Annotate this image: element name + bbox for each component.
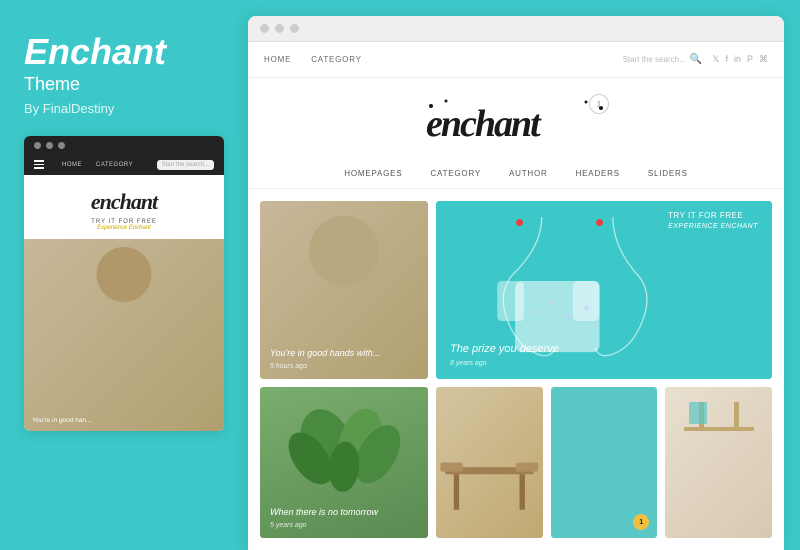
card-teal-badge: TRY IT FOR FREEExperience Enchant	[668, 211, 758, 232]
bottom-card-2: 1	[551, 387, 658, 538]
linkedin-icon: in	[734, 54, 741, 65]
mini-card-caption: You're in good han...	[32, 417, 91, 424]
card-plant-text: When there is no tomorrow	[270, 507, 378, 519]
mini-logo: enchant	[91, 189, 157, 215]
theme-nav-home[interactable]: HOME	[264, 55, 291, 64]
mini-search-text: Start the search...	[162, 162, 209, 168]
twitter-icon: 𝕏	[712, 54, 719, 65]
theme-logo-badge: 1	[589, 94, 609, 114]
main-content: HOME CATEGORY Start the search... 🔍 𝕏 f …	[248, 16, 784, 550]
dot-1	[34, 142, 41, 149]
card-teal-caption: The prize you deserve 8 years ago	[450, 342, 559, 369]
sec-nav-author[interactable]: AUTHOR	[509, 169, 548, 178]
sec-nav-headers[interactable]: HEADERS	[576, 169, 620, 178]
theme-preview: HOME CATEGORY Start the search... 🔍 𝕏 f …	[248, 42, 784, 550]
theme-search-area: Start the search... 🔍	[623, 54, 703, 65]
dot-2	[46, 142, 53, 149]
card-plant-caption: When there is no tomorrow 5 years ago	[270, 507, 378, 530]
card-teal-date: 8 years ago	[450, 359, 559, 369]
theme-logo-area: enchant 1	[248, 78, 784, 161]
facebook-icon: f	[725, 54, 728, 65]
theme-sec-nav: HOMEPAGES CATEGORY AUTHOR HEADERS SLIDER…	[248, 161, 784, 189]
grid-row-2: When there is no tomorrow 5 years ago	[260, 387, 772, 538]
grid-row-1: You're in good hands with... 5 hours ago	[260, 201, 772, 379]
theme-search-text: Start the search...	[623, 55, 686, 64]
card-food-caption: You're in good hands with... 5 hours ago	[270, 348, 380, 371]
sidebar-author: By FinalDestiny	[24, 101, 224, 116]
card-plant-date: 5 years ago	[270, 521, 378, 530]
pinterest-icon: P	[747, 54, 753, 65]
rss-icon: ⌘	[759, 54, 768, 65]
theme-nav: HOME CATEGORY Start the search... 🔍 𝕏 f …	[248, 42, 784, 78]
mini-hamburger-icon	[34, 160, 44, 169]
theme-grid: You're in good hands with... 5 hours ago	[248, 189, 784, 550]
sidebar-subtitle: Theme	[24, 74, 224, 95]
card-food: You're in good hands with... 5 hours ago	[260, 201, 428, 379]
theme-nav-category[interactable]: CATEGORY	[311, 55, 362, 64]
logo-svg: enchant	[416, 96, 616, 146]
card-food-text: You're in good hands with...	[270, 348, 380, 360]
theme-nav-right: Start the search... 🔍 𝕏 f in P ⌘	[623, 54, 768, 65]
browser-dot-3	[290, 24, 299, 33]
sec-nav-category[interactable]: CATEGORY	[430, 169, 481, 178]
mini-logo-area: enchant TRY IT FOR FREE Experience Encha…	[24, 175, 224, 239]
bottom-card-3	[665, 387, 772, 538]
mini-nav: HOME CATEGORY Start the search...	[24, 155, 224, 175]
theme-logo: enchant	[416, 96, 616, 155]
mini-titlebar	[24, 136, 224, 155]
mini-nav-home: HOME	[62, 162, 82, 168]
sec-nav-homepages[interactable]: HOMEPAGES	[344, 169, 402, 178]
plate-illustration	[309, 216, 379, 286]
card-plant: When there is no tomorrow 5 years ago	[260, 387, 428, 538]
browser-dot-1	[260, 24, 269, 33]
shelf-svg	[679, 397, 759, 457]
search-icon[interactable]: 🔍	[690, 54, 702, 65]
furniture-svg	[436, 432, 543, 538]
mini-img-strip: You're in good han...	[24, 239, 224, 431]
browser-titlebar	[248, 16, 784, 42]
bottom-card-1	[436, 387, 543, 538]
sidebar: Enchant Theme By FinalDestiny HOME CATEG…	[0, 0, 248, 550]
card-food-date: 5 hours ago	[270, 362, 380, 371]
sec-nav-sliders[interactable]: SLIDERS	[648, 169, 688, 178]
svg-text:enchant: enchant	[426, 103, 542, 145]
dot-3	[58, 142, 65, 149]
theme-social-icons: 𝕏 f in P ⌘	[712, 54, 768, 65]
bottom-card-2-badge: 1	[633, 514, 649, 530]
mini-cta-sub: Experience Enchant	[97, 225, 151, 231]
card-teal: TRY IT FOR FREEExperience Enchant The pr…	[436, 201, 772, 379]
browser-dot-2	[275, 24, 284, 33]
sidebar-title: Enchant	[24, 32, 224, 72]
mini-preview: HOME CATEGORY Start the search... enchan…	[24, 136, 224, 431]
mini-search: Start the search...	[157, 160, 214, 170]
mini-nav-category: CATEGORY	[96, 162, 133, 168]
bottom-cards: 1	[436, 387, 772, 538]
